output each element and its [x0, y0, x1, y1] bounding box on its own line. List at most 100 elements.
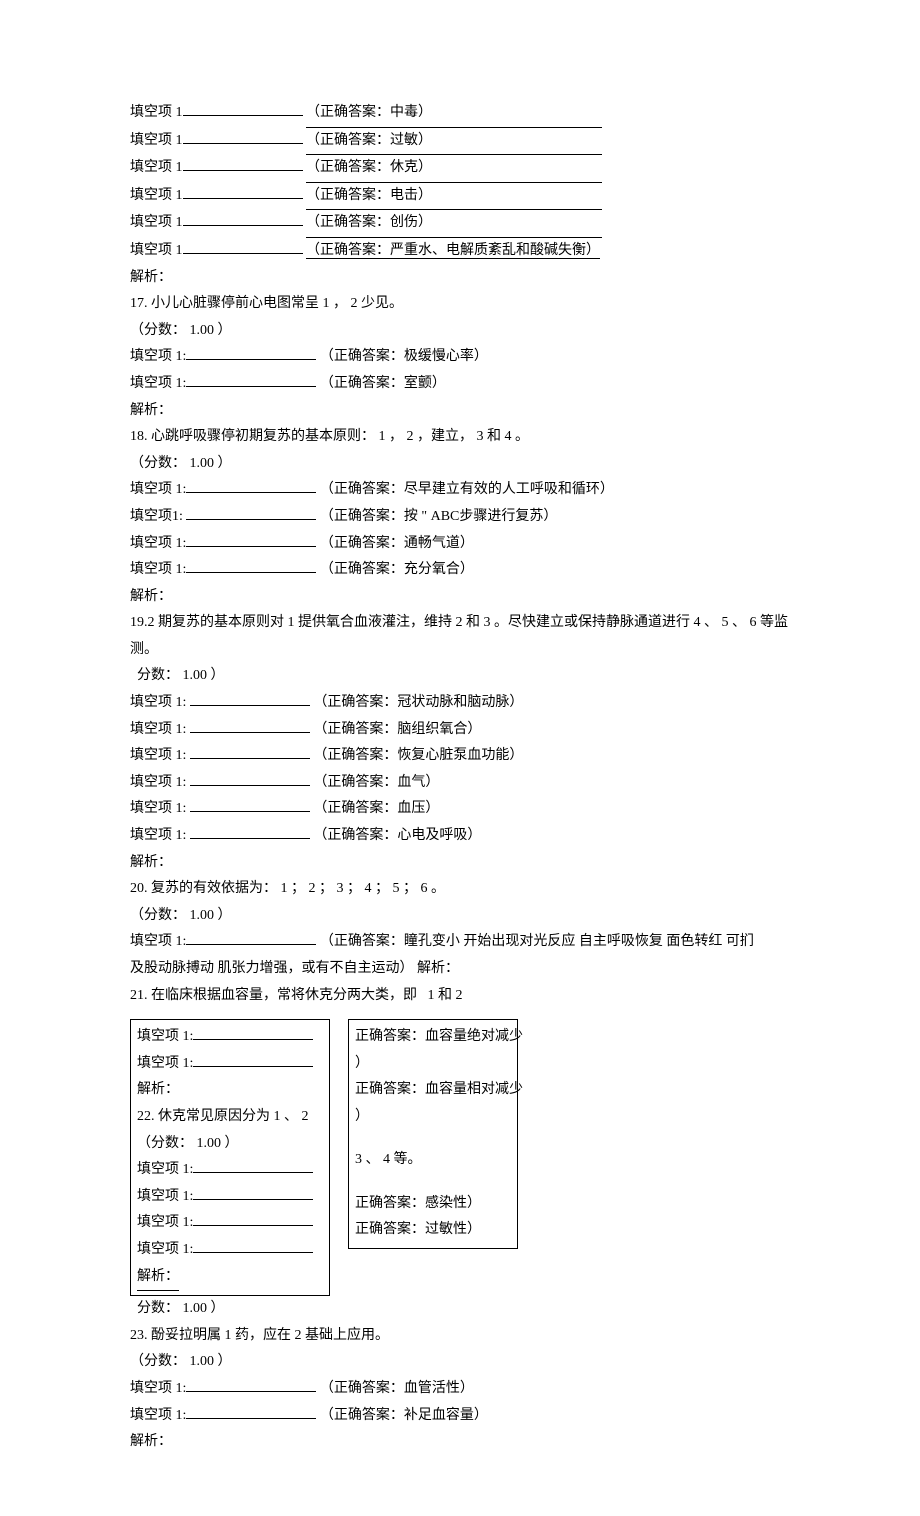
blank-row: 填空项 1: （正确答案：心电及呼吸） — [130, 823, 790, 850]
blank-label: 填空项 1: — [130, 1408, 186, 1423]
answer-text: （正确答案：极缓慢心率） — [320, 349, 488, 364]
blank-label: 填空项 1: — [137, 1242, 193, 1257]
blank-line — [193, 1025, 313, 1040]
question-stem: 23. 酚妥拉明属 1 药，应在 2 基础上应用。 — [130, 1323, 790, 1350]
blank-line — [190, 797, 310, 812]
blank-line — [190, 771, 310, 786]
blank-line — [186, 345, 316, 360]
blank-row: 填空项 1: （正确答案：极缓慢心率） — [130, 344, 790, 371]
blank-row: 填空项 1 （正确答案：中毒） — [130, 100, 790, 128]
blank-row: 填空项 1: （正确答案：冠状动脉和脑动脉） — [130, 690, 790, 717]
blank-label: 填空项 1: — [130, 562, 186, 577]
blank-label: 填空项 1: — [130, 748, 186, 763]
blank-label: 填空项 1: — [137, 1162, 193, 1177]
blank-label: 填空项 1: — [130, 695, 186, 710]
blank-label: 填空项 1: — [130, 349, 186, 364]
blank-label: 填空项1: — [130, 509, 183, 524]
answer-text: （正确答案：血气） — [313, 775, 439, 790]
blank-row: 填空项 1: （正确答案：充分氧合） — [130, 557, 790, 584]
blank-line — [183, 101, 303, 116]
blank-label: 填空项 1: — [137, 1189, 193, 1204]
answer-text: （正确答案：室颤） — [320, 376, 446, 391]
blank-label: 填空项 1 — [130, 215, 183, 230]
blank-row: 填空项 1: （正确答案：通畅气道） — [130, 531, 790, 558]
blank-label: 填空项 1: — [137, 1029, 193, 1044]
blank-line — [186, 532, 316, 547]
analysis-label: 解析： — [130, 398, 790, 425]
answer-text: （正确答案：心电及呼吸） — [313, 828, 481, 843]
blank-row: 填空项 1 （正确答案：休克） — [130, 155, 790, 183]
blank-row: 填空项 1: （正确答案：瞳孔变小 开始出现对光反应 自主呼吸恢复 面色转红 可… — [130, 929, 790, 956]
analysis-label: 解析： — [130, 265, 790, 292]
blank-label: 填空项 1: — [130, 482, 186, 497]
blank-label: 填空项 1: — [130, 1381, 186, 1396]
question-stem: 18. 心跳呼吸骤停初期复苏的基本原则： 1 ， 2 ，建立， 3 和 4 。 — [130, 424, 790, 451]
question-stem: 21. 在临床根据血容量，常将休克分两大类，即 1 和 2 — [130, 983, 790, 1010]
score-text: （分数： 1.00 ） — [130, 1349, 790, 1376]
blank-line — [186, 1404, 316, 1419]
box-left: 填空项 1: 填空项 1: 解析： 22. 休克常见原因分为 1 、 2 （分数… — [130, 1019, 330, 1296]
answer-text: （正确答案：冠状动脉和脑动脉） — [313, 695, 523, 710]
score-text: （分数： 1.00 ） — [137, 1131, 323, 1158]
answer-text: 正确答案：过敏性） — [355, 1217, 511, 1244]
blank-label: 填空项 1 — [130, 188, 183, 203]
blank-label: 填空项 1: — [137, 1056, 193, 1071]
answer-text: （正确答案：电击） — [306, 183, 602, 211]
blank-label: 填空项 1: — [130, 536, 186, 551]
blank-line — [193, 1052, 313, 1067]
score-text: （分数： 1.00 ） — [130, 318, 790, 345]
answer-text: （正确答案：瞳孔变小 开始出现对光反应 自主呼吸恢复 面色转红 可扪 — [320, 934, 754, 949]
answer-text: 正确答案：血容量相对减少 — [355, 1077, 511, 1104]
answer-text: （正确答案：中毒） — [306, 100, 602, 128]
answer-cont: 及股动脉搏动 肌张力增强，或有不自主运动） 解析： — [130, 956, 790, 983]
score-text: （分数： 1.00 ） — [130, 903, 790, 930]
blank-label: 填空项 1: — [130, 722, 186, 737]
answer-text: 3 、 4 等。 — [355, 1147, 511, 1174]
score-text: 分数： 1.00 ） — [130, 1296, 790, 1323]
answer-text: （正确答案：血管活性） — [320, 1381, 474, 1396]
analysis-label: 解析： — [130, 850, 790, 877]
question-stem: 22. 休克常见原因分为 1 、 2 — [137, 1104, 323, 1131]
answer-text: ） — [355, 1051, 511, 1078]
box-right: 正确答案：血容量绝对减少 ） 正确答案：血容量相对减少 ） 3 、 4 等。 正… — [348, 1019, 518, 1249]
answer-text: （正确答案：补足血容量） — [320, 1408, 488, 1423]
answer-text: （正确答案：恢复心脏泵血功能） — [313, 748, 523, 763]
answer-text: ） — [355, 1104, 511, 1131]
analysis-label: 解析： — [130, 584, 790, 611]
blank-label: 填空项 1: — [130, 801, 186, 816]
analysis-label: 解析： — [137, 1264, 179, 1292]
blank-line — [186, 930, 316, 945]
blank-row: 填空项 1: （正确答案：脑组织氧合） — [130, 717, 790, 744]
blank-line — [183, 211, 303, 226]
blank-line — [186, 1377, 316, 1392]
answer-text: （正确答案：通畅气道） — [320, 536, 474, 551]
blank-line — [190, 824, 310, 839]
answer-text: （正确答案：充分氧合） — [320, 562, 474, 577]
question-stem: 19.2 期复苏的基本原则对 1 提供氧合血液灌注，维持 2 和 3 。尽快建立… — [130, 610, 790, 663]
answer-text: （正确答案：按 " ABC步骤进行复苏） — [320, 509, 558, 524]
blank-line — [183, 184, 303, 199]
blank-line — [190, 691, 310, 706]
blank-label: 填空项 1 — [130, 243, 183, 258]
blank-label: 填空项 1: — [130, 775, 186, 790]
blank-line — [183, 156, 303, 171]
answer-text: （正确答案：休克） — [306, 155, 602, 183]
analysis-label: 解析： — [130, 1429, 790, 1456]
blank-label: 填空项 1 — [130, 160, 183, 175]
blank-line — [183, 129, 303, 144]
blank-line — [186, 478, 316, 493]
answer-text: （正确答案：血压） — [313, 801, 439, 816]
answer-text: （正确答案：尽早建立有效的人工呼吸和循环） — [320, 482, 614, 497]
blank-row: 填空项 1 （正确答案：电击） — [130, 183, 790, 211]
blank-line — [190, 718, 310, 733]
blank-row: 填空项 1 （正确答案：过敏） — [130, 128, 790, 156]
blank-line — [186, 505, 316, 520]
blank-row: 填空项 1: （正确答案：室颤） — [130, 371, 790, 398]
blank-row: 填空项 1: （正确答案：尽早建立有效的人工呼吸和循环） — [130, 477, 790, 504]
blank-row: 填空项 1: （正确答案：补足血容量） — [130, 1403, 790, 1430]
answer-text: 正确答案：感染性） — [355, 1191, 511, 1218]
blank-row: 填空项 1: （正确答案：血气） — [130, 770, 790, 797]
score-text: 分数： 1.00 ） — [130, 663, 790, 690]
blank-label: 填空项 1 — [130, 105, 183, 120]
blank-label: 填空项 1: — [130, 828, 186, 843]
